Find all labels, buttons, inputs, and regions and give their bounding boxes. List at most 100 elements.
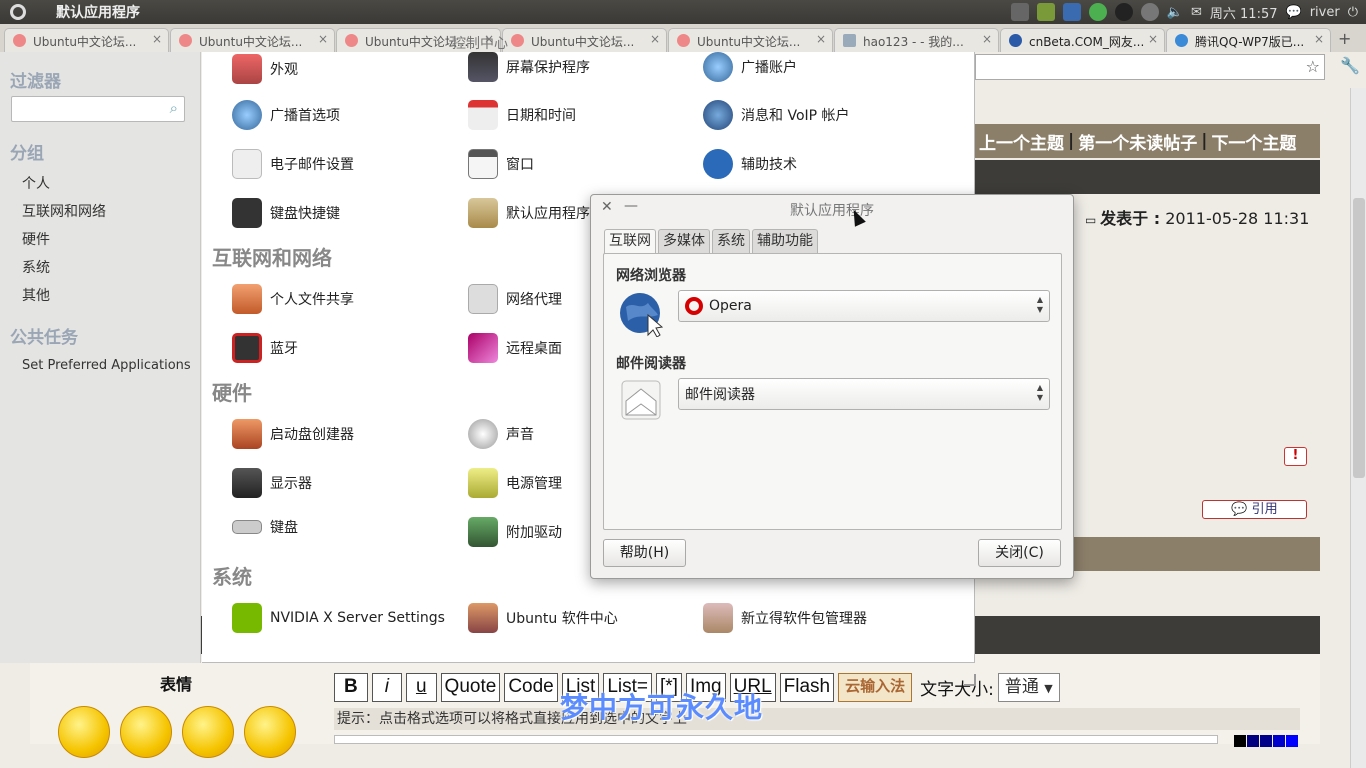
app-indicator-icon[interactable] [1036,3,1055,21]
code-button[interactable]: Code [504,673,558,702]
item-file-sharing[interactable]: 个人文件共享 [232,284,354,314]
network-icon[interactable] [1010,3,1029,21]
cloud-input-button[interactable]: 云输入法 [838,673,913,702]
nvidia-icon [232,603,262,633]
browser-tab[interactable]: cnBeta.COM_网友... × [1000,28,1165,52]
mail-reader-select[interactable]: 邮件阅读器 ▲ ▼ [678,378,1050,410]
item-keyboard[interactable]: 键盘 [232,517,298,537]
item-keyboard-shortcuts[interactable]: 键盘快捷键 [232,198,340,228]
network-proxy-icon [468,284,498,314]
ubuntu-logo-icon[interactable] [0,0,36,24]
flash-button[interactable]: Flash [779,673,835,702]
close-icon[interactable]: × [982,32,992,46]
color-swatch[interactable] [1247,735,1259,747]
italic-button[interactable]: i [371,673,402,702]
color-swatch[interactable] [1234,735,1246,747]
group-internet[interactable]: 互联网和网络 [22,201,106,221]
next-topic-link[interactable]: 下一个主题 [1211,129,1296,154]
topic-navigation: 上一个主题 | 第一个未读帖子 | 下一个主题 [975,124,1320,158]
bold-button[interactable]: B [334,673,368,702]
report-icon[interactable]: ! [1284,447,1307,466]
smiley-icon[interactable] [58,706,110,758]
dialog-titlebar[interactable]: ✕ — 默认应用程序 [591,195,1073,223]
search-icon[interactable]: ⌕ [170,99,178,117]
underline-button[interactable]: u [405,673,437,702]
updown-arrow-icon: ▲ ▼ [1036,295,1043,314]
item-broadcast-account[interactable]: 广播账户 [703,52,797,82]
first-unread-link[interactable]: 第一个未读帖子 [1078,129,1197,154]
item-power[interactable]: 电源管理 [468,468,562,498]
tab-internet[interactable]: 互联网 [604,229,656,254]
item-messaging[interactable]: 消息和 VoIP 帐户 [703,100,850,130]
globe-icon [703,52,733,82]
item-broadcast-prefs[interactable]: 广播首选项 [232,100,340,130]
volume-icon[interactable]: 🔈 [1167,5,1183,20]
tab-system[interactable]: 系统 [712,229,750,253]
close-icon[interactable]: × [1314,32,1324,46]
qq-icon[interactable] [1114,3,1133,21]
close-icon[interactable]: × [1148,32,1158,46]
mail-icon[interactable]: ✉ [1191,5,1202,20]
group-other[interactable]: 其他 [22,285,50,305]
user-name[interactable]: river [1310,5,1340,20]
accessibility-icon [703,149,733,179]
item-nvidia[interactable]: NVIDIA X Server Settings [232,603,445,633]
item-sound[interactable]: 声音 [468,419,534,449]
app-indicator-icon[interactable] [1062,3,1081,21]
new-tab-icon[interactable]: + [1338,29,1351,48]
top-panel: 默认应用程序 🔈 ✉ 周六 11:57 💬 river ⏻ [0,0,1366,24]
item-windows[interactable]: 窗口 [468,149,534,179]
scrollbar-thumb[interactable] [1353,198,1365,478]
filter-heading: 过滤器 [10,72,61,92]
color-swatch[interactable] [1260,735,1272,747]
color-swatch[interactable] [1286,735,1298,747]
item-network-proxy[interactable]: 网络代理 [468,284,562,314]
font-size-select[interactable]: 普通 ▼ [997,673,1060,702]
item-display[interactable]: 显示器 [232,468,312,498]
filter-search-input[interactable]: ⌕ [11,96,185,122]
item-screensaver[interactable]: 屏幕保护程序 [468,52,590,82]
help-button[interactable]: 帮助(H) [603,539,686,567]
item-synaptic[interactable]: 新立得软件包管理器 [703,603,867,633]
smiley-icon[interactable] [244,706,296,758]
browser-select[interactable]: Opera ▲ ▼ [678,290,1050,322]
group-hardware[interactable]: 硬件 [22,229,50,249]
power-icon[interactable]: ⏻ [1348,5,1358,20]
prev-topic-link[interactable]: 上一个主题 [979,129,1064,154]
item-startup-disk[interactable]: 启动盘创建器 [232,419,354,449]
star-icon[interactable]: ☆ [1306,57,1320,76]
settings-icon[interactable] [1140,3,1159,21]
color-swatch[interactable] [1273,735,1285,747]
close-button[interactable]: 关闭(C) [978,539,1061,567]
item-remote-desktop[interactable]: 远程桌面 [468,333,562,363]
item-datetime[interactable]: 日期和时间 [468,100,576,130]
group-personal[interactable]: 个人 [22,173,50,193]
quote-button[interactable]: 💬 引用 [1202,500,1307,519]
group-heading: 分组 [10,144,44,164]
item-default-apps[interactable]: 默认应用程序 [468,198,590,228]
clock[interactable]: 周六 11:57 [1210,3,1278,22]
font-size-label: 文字大小: [920,680,994,700]
item-bluetooth[interactable]: 蓝牙 [232,333,298,363]
quote-tag-button[interactable]: Quote [440,673,501,702]
item-accessibility[interactable]: 辅助技术 [703,149,797,179]
wrench-icon[interactable]: 🔧 [1340,56,1360,75]
chat-icon[interactable]: 💬 [1286,5,1302,20]
tab-accessibility[interactable]: 辅助功能 [752,229,818,253]
address-bar[interactable]: ☆ [975,54,1325,80]
tab-multimedia[interactable]: 多媒体 [658,229,710,253]
smiley-icon[interactable] [182,706,234,758]
resize-grip[interactable] [964,674,976,686]
message-textarea[interactable] [334,735,1218,744]
item-email[interactable]: 电子邮件设置 [232,149,354,179]
smiley-icon[interactable] [120,706,172,758]
page-scrollbar[interactable] [1350,88,1366,768]
item-additional-drivers[interactable]: 附加驱动 [468,517,562,547]
chat-status-icon[interactable] [1088,3,1107,21]
task-set-preferred-apps[interactable]: Set Preferred Applications [22,358,191,373]
group-system[interactable]: 系统 [22,257,50,277]
item-software-center[interactable]: Ubuntu 软件中心 [468,603,618,633]
startup-disk-icon [232,419,262,449]
browser-tab[interactable]: 腾讯QQ-WP7版已... × [1166,28,1331,52]
item-appearance[interactable]: 外观 [232,54,298,84]
